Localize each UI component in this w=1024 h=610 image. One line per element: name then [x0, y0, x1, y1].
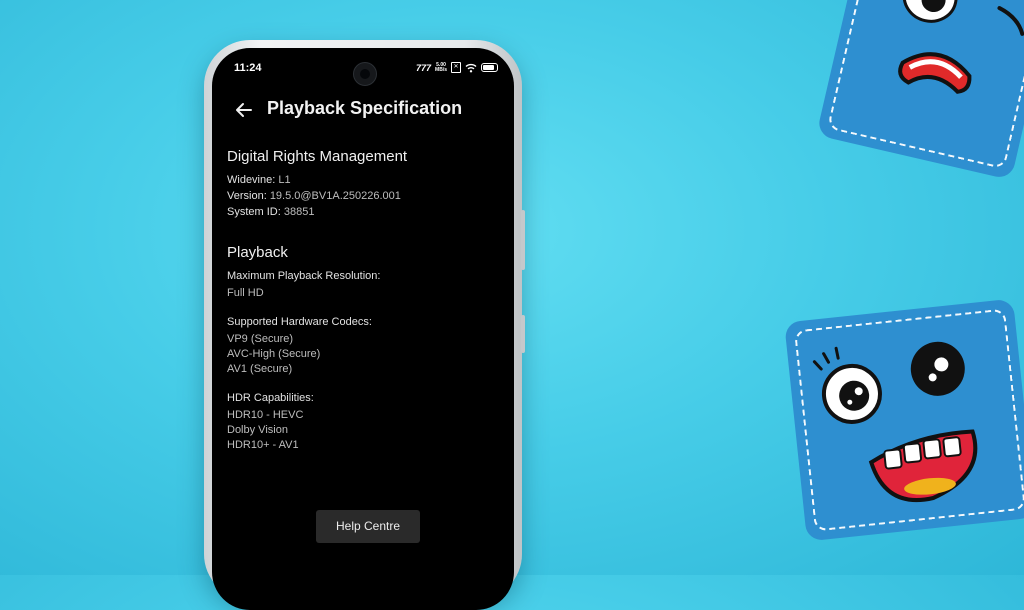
status-bar: 11:24 777 5.00 MB/s ✕ — [212, 48, 514, 88]
hdr-item: HDR10 - HEVC — [227, 409, 304, 421]
codec-item: AVC-High (Secure) — [227, 348, 321, 360]
volume-button — [521, 210, 525, 270]
status-time: 11:24 — [234, 62, 262, 74]
angry-face-sticker — [816, 0, 1024, 181]
spec-content: Digital Rights Management Widevine: L1 V… — [227, 148, 499, 453]
battery-fill — [483, 65, 495, 70]
battery-icon — [481, 63, 498, 72]
page-title: Playback Specification — [267, 98, 463, 118]
phone-device: 11:24 777 5.00 MB/s ✕ Playback Specifica… — [204, 40, 525, 610]
hdr-item: HDR10+ - AV1 — [227, 439, 299, 451]
wifi-icon — [465, 63, 477, 72]
network-speed: 5.00 MB/s — [435, 61, 447, 73]
help-centre-button[interactable]: Help Centre — [316, 510, 420, 543]
codec-item: VP9 (Secure) — [227, 333, 294, 345]
angry-face-icon — [898, 0, 1024, 94]
happy-face-sticker — [784, 298, 1024, 542]
phone-screen: 11:24 777 5.00 MB/s ✕ Playback Specifica… — [212, 48, 514, 610]
power-button — [521, 315, 525, 353]
max-resolution-value: Full HD — [227, 287, 264, 299]
system-id-row: System ID: 38851 — [227, 206, 315, 218]
network-icon: 777 — [416, 62, 432, 73]
hdr-label: HDR Capabilities: — [227, 392, 314, 404]
version-row: Version: 19.5.0@BV1A.250226.001 — [227, 190, 401, 202]
status-icons: 777 5.00 MB/s ✕ — [416, 62, 498, 73]
max-resolution-label: Maximum Playback Resolution: — [227, 270, 381, 282]
back-arrow-icon[interactable] — [232, 98, 256, 122]
widevine-row: Widevine: L1 — [227, 174, 291, 186]
happy-face-icon — [812, 341, 978, 503]
sim-icon: ✕ — [451, 62, 461, 73]
hdr-item: Dolby Vision — [227, 424, 288, 436]
codecs-label: Supported Hardware Codecs: — [227, 316, 372, 328]
app-bar: Playback Specification — [212, 92, 514, 128]
codec-item: AV1 (Secure) — [227, 363, 293, 375]
playback-heading: Playback — [227, 244, 288, 261]
front-camera — [353, 62, 377, 86]
drm-heading: Digital Rights Management — [227, 148, 408, 165]
